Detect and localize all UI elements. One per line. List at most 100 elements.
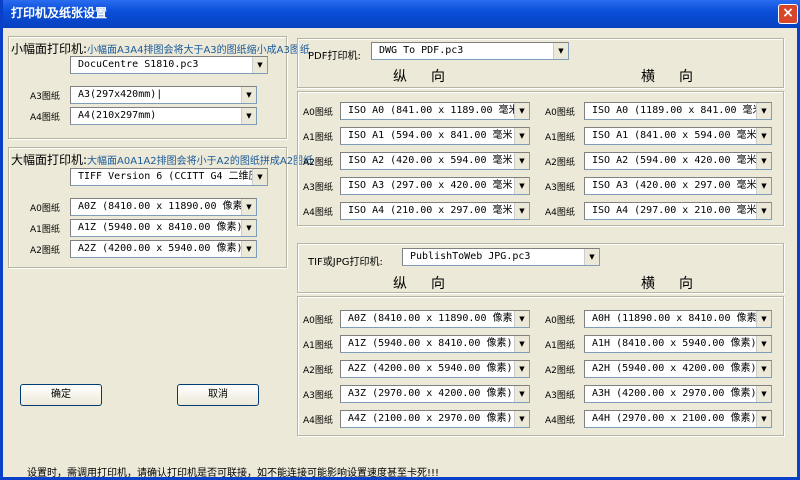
chevron-down-icon: ▼ (756, 153, 771, 169)
chevron-down-icon: ▼ (252, 57, 267, 73)
pdf-landscape-heading: 横向 (641, 69, 717, 85)
tif-landscape-select[interactable]: A2H (5940.00 x 4200.00 像素) ▼ (584, 360, 772, 378)
chevron-down-icon: ▼ (514, 178, 529, 194)
pdf-portrait-select[interactable]: ISO A4 (210.00 x 297.00 毫米) ▼ (340, 202, 530, 220)
paper-size-label: A0图纸 (545, 108, 575, 118)
chevron-down-icon: ▼ (241, 220, 256, 236)
pdf-landscape-select[interactable]: ISO A2 (594.00 x 420.00 毫米) ▼ (584, 152, 772, 170)
chevron-down-icon: ▼ (756, 361, 771, 377)
paper-size-label: A4图纸 (30, 113, 60, 123)
chevron-down-icon: ▼ (514, 153, 529, 169)
chevron-down-icon: ▼ (756, 411, 771, 427)
tif-portrait-select[interactable]: A1Z (5940.00 x 8410.00 像素) ▼ (340, 335, 530, 353)
chevron-down-icon: ▼ (756, 386, 771, 402)
chevron-down-icon: ▼ (756, 203, 771, 219)
chevron-down-icon: ▼ (514, 311, 529, 327)
window-title: 打印机及纸张设置 (11, 6, 108, 20)
large-paper-select[interactable]: A2Z (4200.00 x 5940.00 像素) ▼ (70, 240, 257, 258)
chevron-down-icon: ▼ (514, 386, 529, 402)
tif-portrait-heading: 纵向 (393, 276, 469, 292)
paper-size-label: A1图纸 (30, 225, 60, 235)
large-paper-select[interactable]: A0Z (8410.00 x 11890.00 像素) ▼ (70, 198, 257, 216)
small-printer-label: 小幅面打印机:小幅面A3A4排图会将大于A3的图纸缩小成A3图纸 (11, 42, 310, 56)
chevron-down-icon: ▼ (553, 43, 568, 59)
tif-portrait-select[interactable]: A0Z (8410.00 x 11890.00 像素) ▼ (340, 310, 530, 328)
chevron-down-icon: ▼ (514, 336, 529, 352)
paper-size-label: A1图纸 (545, 133, 575, 143)
small-paper-select[interactable]: A3(297x420mm)| ▼ (70, 86, 257, 104)
tif-landscape-select[interactable]: A0H (11890.00 x 8410.00 像素) ▼ (584, 310, 772, 328)
tif-landscape-select[interactable]: A3H (4200.00 x 2970.00 像素) ▼ (584, 385, 772, 403)
pdf-portrait-heading: 纵向 (393, 69, 469, 85)
large-printer-label: 大幅面打印机:大幅面A0A1A2排图会将小于A2的图纸拼成A2图纸 (11, 153, 314, 167)
paper-size-label: A1图纸 (545, 341, 575, 351)
tif-landscape-heading: 横向 (641, 276, 717, 292)
chevron-down-icon: ▼ (514, 411, 529, 427)
paper-size-label: A0图纸 (303, 316, 333, 326)
tif-portrait-select[interactable]: A2Z (4200.00 x 5940.00 像素) ▼ (340, 360, 530, 378)
chevron-down-icon: ▼ (241, 199, 256, 215)
paper-size-label: A2图纸 (545, 158, 575, 168)
paper-size-label: A1图纸 (303, 341, 333, 351)
title-bar: 打印机及纸张设置 × (3, 0, 800, 28)
tif-printer-label: TIF或JPG打印机: (308, 257, 383, 268)
chevron-down-icon: ▼ (756, 178, 771, 194)
paper-size-label: A0图纸 (30, 204, 60, 214)
pdf-portrait-select[interactable]: ISO A1 (594.00 x 841.00 毫米) ▼ (340, 127, 530, 145)
chevron-down-icon: ▼ (514, 361, 529, 377)
paper-size-label: A2图纸 (545, 366, 575, 376)
paper-size-label: A3图纸 (545, 391, 575, 401)
chevron-down-icon: ▼ (514, 103, 529, 119)
paper-size-label: A4图纸 (545, 208, 575, 218)
footer-warning: 设置时，需调用打印机，请确认打印机是否可联接，如不能连接可能影响设置速度甚至卡死… (27, 468, 440, 479)
chevron-down-icon: ▼ (241, 108, 256, 124)
small-paper-select[interactable]: A4(210x297mm) ▼ (70, 107, 257, 125)
tif-portrait-select[interactable]: A3Z (2970.00 x 4200.00 像素) ▼ (340, 385, 530, 403)
large-printer-select[interactable]: TIFF Version 6 (CCITT G4 二维压缩 ▼ (70, 168, 268, 186)
dialog-window: 打印机及纸张设置 × 小幅面打印机:小幅面A3A4排图会将大于A3的图纸缩小成A… (0, 0, 800, 480)
paper-size-label: A2图纸 (30, 246, 60, 256)
cancel-button[interactable]: 取消 (177, 384, 259, 406)
tif-printer-select[interactable]: PublishToWeb JPG.pc3 ▼ (402, 248, 600, 266)
small-printer-select[interactable]: DocuCentre S1810.pc3 ▼ (70, 56, 268, 74)
large-paper-select[interactable]: A1Z (5940.00 x 8410.00 像素) ▼ (70, 219, 257, 237)
chevron-down-icon: ▼ (241, 87, 256, 103)
paper-size-label: A3图纸 (303, 183, 333, 193)
pdf-printer-label: PDF打印机: (308, 51, 361, 62)
chevron-down-icon: ▼ (584, 249, 599, 265)
pdf-landscape-select[interactable]: ISO A4 (297.00 x 210.00 毫米) ▼ (584, 202, 772, 220)
chevron-down-icon: ▼ (241, 241, 256, 257)
chevron-down-icon: ▼ (514, 128, 529, 144)
pdf-portrait-select[interactable]: ISO A3 (297.00 x 420.00 毫米) ▼ (340, 177, 530, 195)
pdf-printer-select[interactable]: DWG To PDF.pc3 ▼ (371, 42, 569, 60)
small-printer-note: 小幅面A3A4排图会将大于A3的图纸缩小成A3图纸 (87, 45, 310, 56)
chevron-down-icon: ▼ (756, 128, 771, 144)
chevron-down-icon: ▼ (756, 336, 771, 352)
paper-size-label: A3图纸 (30, 92, 60, 102)
paper-size-label: A3图纸 (545, 183, 575, 193)
pdf-landscape-select[interactable]: ISO A1 (841.00 x 594.00 毫米) ▼ (584, 127, 772, 145)
paper-size-label: A4图纸 (303, 208, 333, 218)
paper-size-label: A2图纸 (303, 366, 333, 376)
chevron-down-icon: ▼ (252, 169, 267, 185)
pdf-portrait-select[interactable]: ISO A2 (420.00 x 594.00 毫米) ▼ (340, 152, 530, 170)
chevron-down-icon: ▼ (514, 203, 529, 219)
paper-size-label: A3图纸 (303, 391, 333, 401)
paper-size-label: A0图纸 (545, 316, 575, 326)
paper-size-label: A1图纸 (303, 133, 333, 143)
pdf-portrait-select[interactable]: ISO A0 (841.00 x 1189.00 毫米) ▼ (340, 102, 530, 120)
tif-landscape-select[interactable]: A4H (2970.00 x 2100.00 像素) ▼ (584, 410, 772, 428)
paper-size-label: A4图纸 (545, 416, 575, 426)
tif-landscape-select[interactable]: A1H (8410.00 x 5940.00 像素) ▼ (584, 335, 772, 353)
paper-size-label: A4图纸 (303, 416, 333, 426)
chevron-down-icon: ▼ (756, 103, 771, 119)
pdf-landscape-select[interactable]: ISO A3 (420.00 x 297.00 毫米) ▼ (584, 177, 772, 195)
ok-button[interactable]: 确定 (20, 384, 102, 406)
tif-portrait-select[interactable]: A4Z (2100.00 x 2970.00 像素) ▼ (340, 410, 530, 428)
large-printer-note: 大幅面A0A1A2排图会将小于A2的图纸拼成A2图纸 (87, 156, 314, 167)
paper-size-label: A2图纸 (303, 158, 333, 168)
pdf-landscape-select[interactable]: ISO A0 (1189.00 x 841.00 毫米) ▼ (584, 102, 772, 120)
chevron-down-icon: ▼ (756, 311, 771, 327)
paper-size-label: A0图纸 (303, 108, 333, 118)
close-button[interactable]: × (778, 4, 798, 24)
